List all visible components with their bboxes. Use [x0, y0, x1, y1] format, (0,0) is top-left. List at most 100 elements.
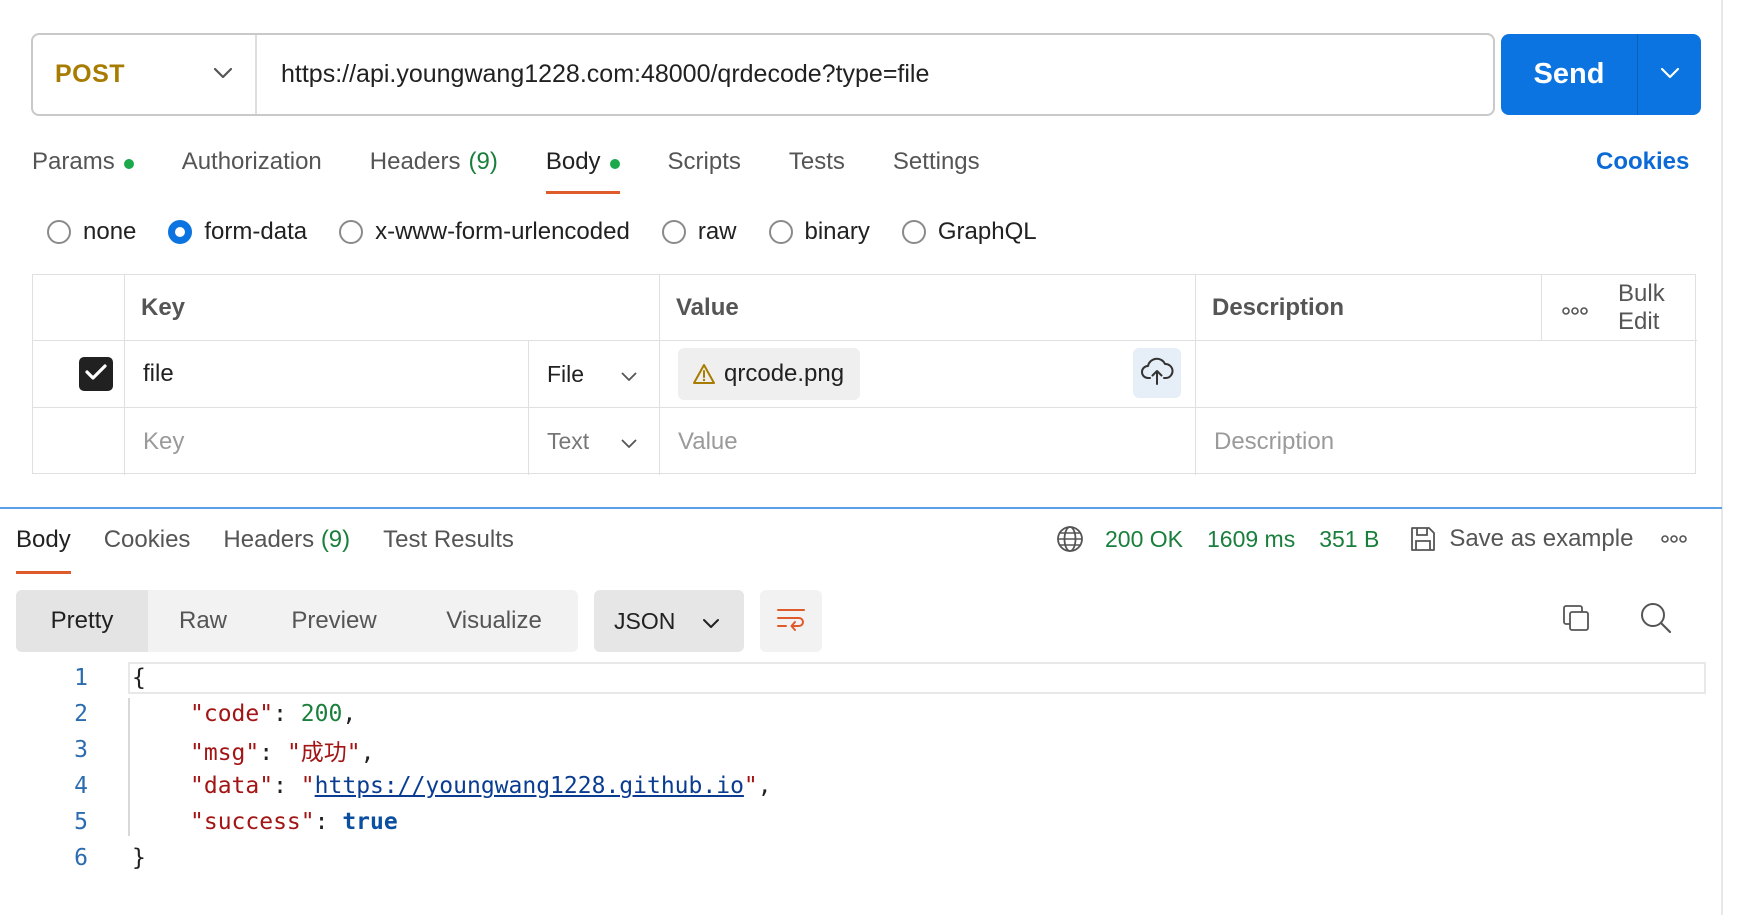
new-value-input[interactable]: Value	[660, 408, 1196, 475]
radio-icon	[901, 220, 926, 244]
params-indicator-dot	[123, 159, 134, 169]
code-text: }	[132, 845, 146, 871]
response-size[interactable]: 351 B	[1319, 526, 1379, 553]
format-preview[interactable]: Preview	[258, 590, 410, 652]
response-tab-cookies[interactable]: Cookies	[104, 522, 191, 574]
chevron-down-icon	[621, 428, 637, 455]
header-value: Value	[660, 275, 1196, 341]
request-tabs: Params Authorization Headers (9) Body Scr…	[32, 140, 1028, 196]
code-text: "code": 200,	[190, 701, 357, 727]
tab-body[interactable]: Body	[545, 140, 620, 196]
pane-border	[1721, 0, 1723, 915]
tab-label: Headers	[369, 148, 461, 175]
tab-label: Settings	[892, 148, 980, 175]
language-select[interactable]: JSON	[594, 590, 744, 652]
headers-count: (9)	[320, 526, 351, 553]
more-horizontal-icon[interactable]	[1562, 294, 1588, 322]
copy-button[interactable]	[1554, 598, 1598, 642]
code-text: "data": "https://youngwang1228.github.io…	[190, 773, 772, 799]
send-options-button[interactable]	[1638, 34, 1701, 115]
copy-icon	[1560, 602, 1592, 639]
file-name: qrcode.png	[724, 360, 845, 387]
more-horizontal-icon[interactable]	[1661, 535, 1688, 543]
wrap-lines-icon	[775, 605, 807, 638]
tab-settings[interactable]: Settings	[893, 140, 980, 196]
new-description-input[interactable]: Description	[1196, 408, 1697, 475]
tab-label: Scripts	[667, 148, 741, 175]
json-url-link[interactable]: https://youngwang1228.github.io	[315, 773, 744, 799]
format-pretty[interactable]: Pretty	[16, 590, 148, 652]
save-as-example-button[interactable]: Save as example	[1409, 525, 1633, 553]
tab-label: Headers	[223, 526, 315, 553]
body-type-form-data[interactable]: form-data	[168, 218, 307, 246]
status-code[interactable]: 200 OK	[1105, 526, 1183, 553]
line-number: 3	[74, 737, 88, 763]
line-number: 6	[74, 845, 88, 871]
format-raw[interactable]: Raw	[148, 590, 258, 652]
bulk-edit-area: Bulk Edit	[1542, 275, 1697, 341]
search-icon	[1639, 601, 1673, 640]
new-key-input[interactable]: Key	[125, 408, 529, 475]
response-tab-body[interactable]: Body	[16, 522, 71, 574]
line-number: 1	[74, 665, 88, 691]
body-type-binary[interactable]: binary	[768, 218, 870, 246]
radio-label: raw	[697, 218, 737, 245]
json-boolean: true	[342, 809, 398, 835]
tab-label: Tests	[788, 148, 845, 175]
wrap-lines-button[interactable]	[760, 590, 822, 652]
tab-tests[interactable]: Tests	[789, 140, 845, 196]
method-select[interactable]: POST	[33, 35, 257, 114]
json-key: "data"	[190, 773, 274, 799]
file-chip[interactable]: qrcode.png	[678, 348, 861, 400]
radio-label: x-www-form-urlencoded	[375, 218, 630, 245]
row-key[interactable]: file	[125, 341, 529, 408]
tab-authorization[interactable]: Authorization	[182, 140, 322, 196]
response-time[interactable]: 1609 ms	[1207, 526, 1295, 553]
bulk-edit-button[interactable]: Bulk Edit	[1618, 280, 1697, 336]
save-label: Save as example	[1449, 525, 1634, 552]
tab-label: Body	[545, 148, 601, 175]
body-type-graphql[interactable]: GraphQL	[901, 218, 1037, 246]
response-tab-test-results[interactable]: Test Results	[383, 522, 514, 574]
tab-headers[interactable]: Headers (9)	[370, 140, 498, 196]
warning-icon	[692, 363, 716, 385]
url-input[interactable]: https://api.youngwang1228.com:48000/qrde…	[257, 60, 929, 89]
row-description[interactable]	[1196, 341, 1697, 408]
indent-guide	[128, 698, 130, 836]
header-checkbox-cell	[33, 275, 125, 341]
search-button[interactable]	[1634, 598, 1678, 642]
cookies-link[interactable]: Cookies	[1596, 148, 1689, 176]
row-checkbox[interactable]	[79, 357, 113, 391]
radio-icon	[661, 220, 686, 244]
format-visualize[interactable]: Visualize	[410, 590, 578, 652]
upload-file-button[interactable]	[1133, 348, 1181, 398]
code-text: {	[132, 665, 146, 691]
json-string: "成功"	[286, 740, 361, 766]
tab-params[interactable]: Params	[32, 140, 134, 196]
globe-icon[interactable]	[1055, 524, 1085, 554]
json-number: 200	[300, 701, 343, 727]
response-meta: 200 OK 1609 ms 351 B Save as example	[1055, 524, 1688, 554]
response-tab-headers[interactable]: Headers (9)	[223, 522, 350, 574]
body-indicator-dot	[609, 159, 620, 169]
row-value-cell: qrcode.png	[660, 341, 1196, 408]
body-type-raw[interactable]: raw	[661, 218, 737, 246]
new-type-select[interactable]: Text	[529, 408, 660, 475]
request-bar: POST https://api.youngwang1228.com:48000…	[31, 33, 1495, 116]
headers-count: (9)	[468, 148, 498, 175]
line-number: 4	[74, 773, 88, 799]
radio-label: GraphQL	[937, 218, 1037, 245]
radio-label: binary	[804, 218, 870, 245]
body-type-urlencoded[interactable]: x-www-form-urlencoded	[339, 218, 630, 246]
form-data-table: Key Value Description Bulk Edit file Fil…	[32, 274, 1697, 475]
body-type-none[interactable]: none	[47, 218, 136, 246]
empty-checkbox-cell	[33, 408, 125, 475]
radio-label: form-data	[204, 218, 308, 245]
type-label: Text	[547, 428, 590, 454]
response-tabs: Body Cookies Headers (9) Test Results	[16, 522, 547, 574]
tab-scripts[interactable]: Scripts	[668, 140, 741, 196]
save-icon	[1409, 525, 1437, 553]
row-type-select[interactable]: File	[529, 341, 660, 408]
response-divider[interactable]	[0, 507, 1722, 509]
send-button[interactable]: Send	[1501, 34, 1638, 115]
